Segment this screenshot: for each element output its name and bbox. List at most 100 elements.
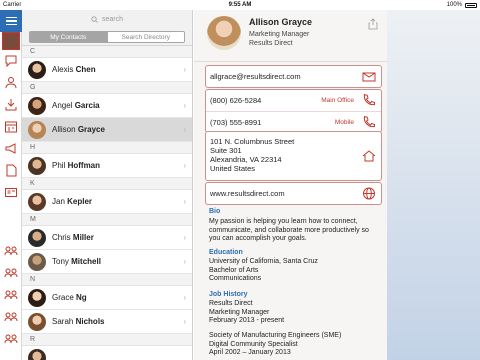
search-icon <box>91 15 98 23</box>
address-line: 101 N. Columbnus Street <box>210 137 295 146</box>
avatar <box>28 312 46 331</box>
chevron-right-icon: › <box>183 197 186 206</box>
contact-row[interactable]: Grace Ng › <box>22 286 192 310</box>
education-heading: Education <box>209 249 243 256</box>
battery-percent: 100% <box>446 2 462 8</box>
job-line: Marketing Manager <box>209 308 270 316</box>
job-line: February 2013 - present <box>209 317 285 324</box>
chevron-right-icon: › <box>183 257 186 266</box>
chevron-right-icon: › <box>183 101 186 110</box>
contact-detail-panel: Allison Grayce Marketing Manager Results… <box>194 10 387 360</box>
avatar <box>28 348 46 360</box>
tab-search-directory[interactable]: Search Directory <box>106 32 184 42</box>
avatar <box>28 156 46 175</box>
contact-last-name: Mitchell <box>71 257 101 266</box>
contact-first-name: Phil <box>52 161 66 170</box>
contact-last-name: Garcia <box>74 101 100 110</box>
job-history-entry: Results Direct Marketing Manager Februar… <box>209 300 379 326</box>
phone-number[interactable]: (800) 626-5284 <box>210 96 261 105</box>
section-header: C <box>22 46 192 58</box>
segmented-control: My Contacts Search Directory <box>22 28 192 46</box>
contact-first-name: Allison <box>52 125 76 134</box>
contact-row[interactable]: Angel Garcia › <box>22 94 192 118</box>
avatar <box>28 252 46 271</box>
avatar <box>28 192 46 211</box>
bio-heading: Bio <box>209 208 221 215</box>
address-line: Alexandria, VA 22314 <box>210 155 282 164</box>
section-header: R <box>22 334 192 346</box>
address-line: Suite 301 <box>210 146 242 155</box>
menu-icon[interactable] <box>0 10 22 32</box>
contact-row[interactable] <box>22 346 192 360</box>
chevron-right-icon: › <box>183 161 186 170</box>
download-icon[interactable] <box>4 98 18 111</box>
job-line: Results Direct <box>209 300 253 307</box>
avatar <box>28 60 46 79</box>
contact-first-name: Grace <box>52 293 74 302</box>
email-value[interactable]: allgrace@resultsdirect.com <box>210 72 301 81</box>
avatar <box>28 228 46 247</box>
section-header: G <box>22 82 192 94</box>
phone-icon[interactable] <box>362 116 376 129</box>
avatar[interactable] <box>2 32 20 50</box>
chevron-right-icon: › <box>183 317 186 326</box>
phone-icon[interactable] <box>362 94 376 107</box>
contact-first-name: Sarah <box>52 317 74 326</box>
contact-last-name: Miller <box>72 233 94 242</box>
megaphone-icon[interactable] <box>4 142 18 155</box>
document-icon[interactable] <box>4 164 18 177</box>
section-header: K <box>22 178 192 190</box>
contact-row-selected[interactable]: Allison Grayce › <box>22 118 192 142</box>
nav-rail <box>0 10 22 360</box>
phone-row[interactable]: (703) 555-8991 Mobile <box>206 111 381 132</box>
education-line: Bachelor of Arts <box>209 266 259 274</box>
contact-first-name: Chris <box>52 233 71 242</box>
avatar <box>207 16 241 50</box>
phone-row[interactable]: (800) 626-5284 Main Office <box>206 90 381 111</box>
mail-icon[interactable] <box>362 70 376 83</box>
bio-text: My passion is helping you learn how to c… <box>209 218 369 242</box>
website-card[interactable]: www.resultsdirect.com <box>205 182 382 205</box>
search-bar[interactable]: search <box>22 10 192 28</box>
education-line: Communications <box>209 275 262 282</box>
job-line: Society of Manufacturing Engineers (SME) <box>209 332 342 339</box>
chat-icon[interactable] <box>4 54 18 68</box>
group-icon[interactable] <box>4 244 18 257</box>
clock: 9:55 AM <box>228 2 252 8</box>
id-card-icon[interactable] <box>4 186 18 199</box>
address-card[interactable]: 101 N. Columbnus Street Suite 301 Alexan… <box>205 131 382 181</box>
website-value[interactable]: www.resultsdirect.com <box>210 189 285 198</box>
calendar-icon[interactable] <box>4 120 18 133</box>
contact-row[interactable]: Tony Mitchell › <box>22 250 192 274</box>
contact-last-name: Nichols <box>75 317 105 326</box>
contact-first-name: Tony <box>52 257 69 266</box>
phone-label: Main Office <box>321 97 354 104</box>
avatar <box>28 288 46 307</box>
group-icon[interactable] <box>4 266 18 279</box>
education-text: University of California, Santa Cruz Bac… <box>209 258 379 284</box>
share-icon[interactable] <box>368 18 378 30</box>
phone-number[interactable]: (703) 555-8991 <box>210 118 261 127</box>
group-icon[interactable] <box>4 332 18 345</box>
chevron-right-icon: › <box>183 233 186 242</box>
contact-row[interactable]: Chris Miller › <box>22 226 192 250</box>
contact-last-name: Ng <box>76 293 87 302</box>
status-bar: Carrier 9:55 AM 100% <box>0 0 480 10</box>
group-icon[interactable] <box>4 310 18 323</box>
education-line: University of California, Santa Cruz <box>209 258 318 265</box>
search-input[interactable]: search <box>102 16 123 23</box>
group-icon[interactable] <box>4 288 18 301</box>
contact-row[interactable]: Sarah Nichols › <box>22 310 192 334</box>
phone-label: Mobile <box>334 119 354 126</box>
avatar <box>28 120 46 139</box>
contact-last-name: Kepler <box>67 197 93 206</box>
tab-my-contacts[interactable]: My Contacts <box>30 32 107 42</box>
contacts-icon[interactable] <box>4 76 18 89</box>
contact-first-name: Angel <box>52 101 73 110</box>
contact-row[interactable]: Phil Hoffman › <box>22 154 192 178</box>
contact-row[interactable]: Jan Kepler › <box>22 190 192 214</box>
globe-icon[interactable] <box>362 187 376 200</box>
home-icon[interactable] <box>362 149 376 162</box>
email-card[interactable]: allgrace@resultsdirect.com <box>205 65 382 88</box>
contact-row[interactable]: Alexis Chen › <box>22 58 192 82</box>
